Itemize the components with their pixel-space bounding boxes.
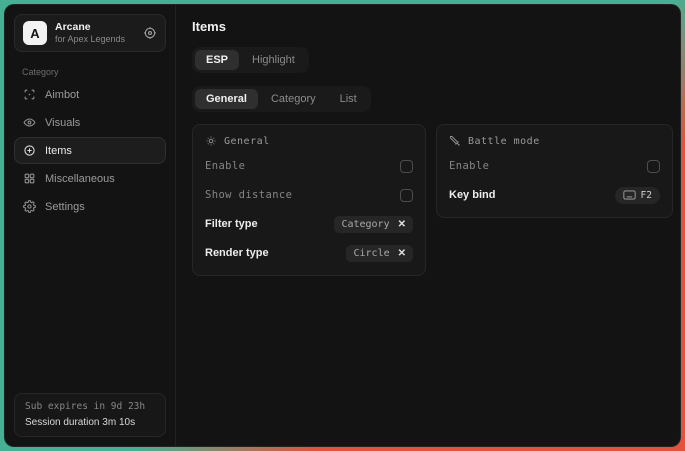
app-logo: A [23,21,47,45]
sidebar-item-label: Items [45,145,72,157]
page-title: Items [192,19,673,34]
sub-tabs: General Category List [192,86,371,112]
loot-circle-icon [23,144,36,157]
sword-icon [449,135,461,147]
show-distance-checkbox[interactable] [400,189,413,202]
sidebar: A Arcane for Apex Legends Category [5,5,176,446]
sidebar-section-label: Category [22,67,166,77]
sidebar-item-settings[interactable]: Settings [14,193,166,220]
setting-label: Enable [205,160,245,172]
tab-esp[interactable]: ESP [195,50,239,70]
target-icon[interactable] [143,26,157,40]
battle-mode-card: Battle mode Enable Key bind [436,124,673,218]
gear-icon [23,200,36,213]
main-content: Items ESP Highlight General Category Lis… [176,5,681,446]
game-background: A Arcane for Apex Legends Category [0,0,685,451]
eye-icon [23,116,36,129]
select-value: Category [341,219,389,230]
sub-expiry-text: Sub expires in 9d 23h [25,400,155,415]
session-info-card: Sub expires in 9d 23h Session duration 3… [14,393,166,437]
setting-label: Enable [449,160,489,172]
setting-row-enable: Enable [449,156,660,176]
app-window: A Arcane for Apex Legends Category [4,4,681,447]
sidebar-item-visuals[interactable]: Visuals [14,109,166,136]
battle-mode-card-header: Battle mode [449,135,660,147]
sidebar-item-miscellaneous[interactable]: Miscellaneous [14,165,166,192]
setting-row-filter-type: Filter type Category ✕ [205,214,413,234]
general-card: General Enable Show distance Filter type… [192,124,426,276]
sidebar-nav: Aimbot Visuals [14,81,166,220]
settings-cards: General Enable Show distance Filter type… [192,124,673,276]
tab-category[interactable]: Category [260,89,327,109]
grid-icon [23,172,36,185]
tab-list[interactable]: List [329,89,368,109]
sidebar-item-label: Aimbot [45,89,79,101]
sidebar-item-items[interactable]: Items [14,137,166,164]
close-icon[interactable]: ✕ [398,248,406,259]
mode-tabs: ESP Highlight [192,47,309,73]
filter-type-select[interactable]: Category ✕ [334,216,413,233]
keyboard-icon [623,190,636,200]
select-value: Circle [353,248,389,259]
sidebar-item-label: Miscellaneous [45,173,115,185]
keybind-value: F2 [641,190,652,201]
sidebar-item-aimbot[interactable]: Aimbot [14,81,166,108]
app-header-card: A Arcane for Apex Legends [14,14,166,52]
close-icon[interactable]: ✕ [398,219,406,230]
setting-row-show-distance: Show distance [205,185,413,205]
setting-label: Show distance [205,189,292,201]
app-subtitle: for Apex Legends [55,34,135,45]
crosshair-icon [23,88,36,101]
tab-general[interactable]: General [195,89,258,109]
render-type-select[interactable]: Circle ✕ [346,245,413,262]
tab-highlight[interactable]: Highlight [241,50,306,70]
general-card-header: General [205,135,413,147]
sun-icon [205,135,217,147]
setting-label: Render type [205,247,269,259]
sidebar-item-label: Visuals [45,117,80,129]
card-title: General [224,136,270,147]
card-title: Battle mode [468,136,540,147]
setting-row-key-bind: Key bind F2 [449,185,660,205]
battle-enable-checkbox[interactable] [647,160,660,173]
setting-row-render-type: Render type Circle ✕ [205,243,413,263]
session-duration-text: Session duration 3m 10s [25,415,155,431]
app-meta: Arcane for Apex Legends [55,21,135,45]
sidebar-item-label: Settings [45,201,85,213]
setting-label: Key bind [449,189,495,201]
setting-label: Filter type [205,218,258,230]
app-name: Arcane [55,21,135,34]
enable-checkbox[interactable] [400,160,413,173]
keybind-button[interactable]: F2 [615,187,660,204]
setting-row-enable: Enable [205,156,413,176]
